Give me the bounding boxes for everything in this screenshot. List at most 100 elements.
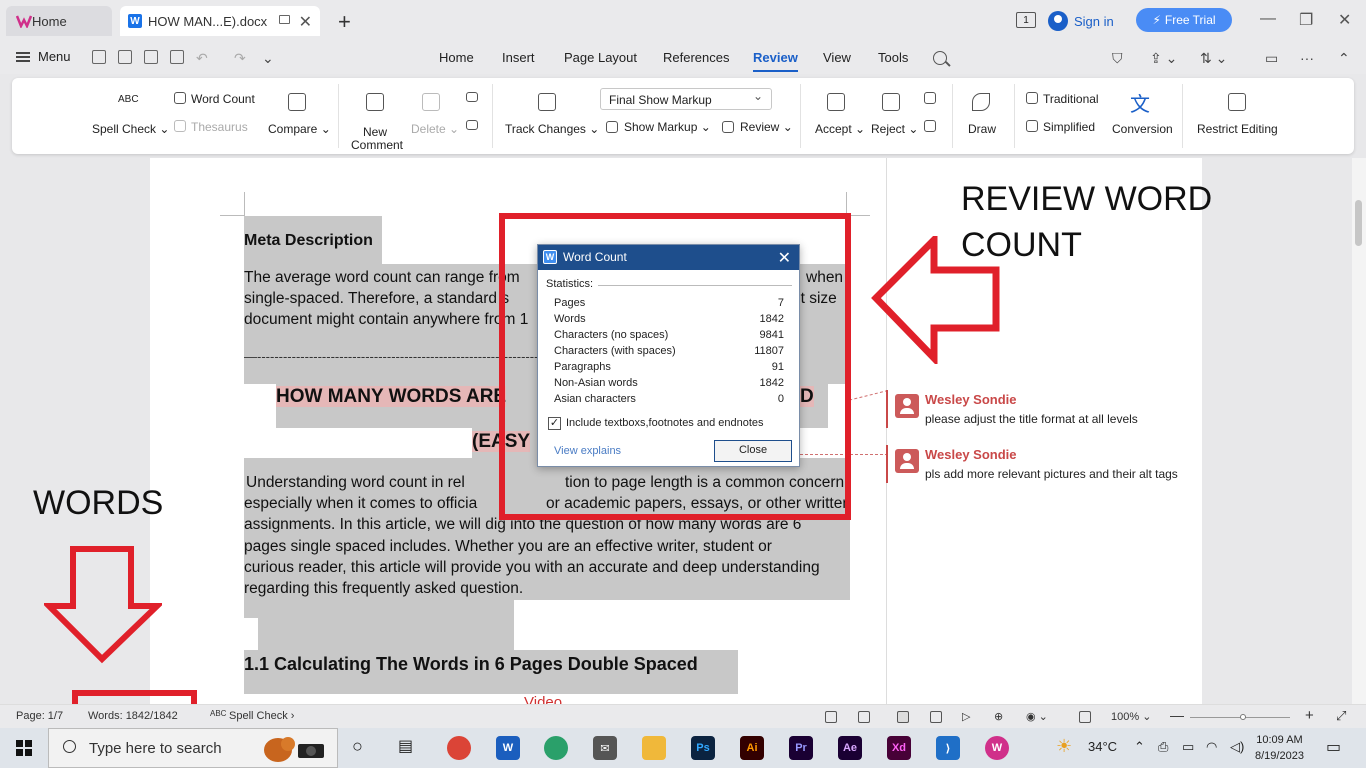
mail-icon[interactable]: ✉: [593, 736, 617, 760]
tab-tools[interactable]: Tools: [878, 50, 908, 65]
show-markup-button[interactable]: Show Markup ⌄: [624, 120, 711, 134]
previous-comment-icon[interactable]: [466, 92, 478, 102]
close-tab-icon[interactable]: ✕: [299, 12, 312, 32]
markup-mode-select[interactable]: Final Show Markup: [600, 88, 772, 110]
play-icon[interactable]: ▷: [962, 710, 970, 723]
photoshop-icon[interactable]: Ps: [691, 736, 715, 760]
compare-button[interactable]: Compare ⌄: [268, 122, 331, 136]
cloud-sync-icon[interactable]: ⇅ ⌄: [1200, 50, 1227, 67]
document-title-line1[interactable]: HOW MANY WORDS ARE: [276, 386, 507, 408]
include-textboxes-checkbox[interactable]: ✓: [548, 417, 561, 430]
battery-icon[interactable]: ▭: [1182, 739, 1194, 755]
tab-view[interactable]: View: [823, 50, 851, 65]
draw-button[interactable]: Draw: [968, 122, 996, 136]
redo-icon[interactable]: ↷: [234, 50, 246, 67]
search-icon[interactable]: [933, 51, 947, 65]
delete-comment-button[interactable]: Delete ⌄: [411, 122, 459, 136]
paragraph-line[interactable]: curious reader, this article will provid…: [244, 557, 846, 578]
illustrator-icon[interactable]: Ai: [740, 736, 764, 760]
after-effects-icon[interactable]: Ae: [838, 736, 862, 760]
minimize-icon[interactable]: —: [1260, 10, 1276, 28]
previous-change-icon[interactable]: [924, 92, 936, 104]
paragraph-line[interactable]: regarding this frequently asked question…: [244, 578, 523, 599]
zoom-slider-thumb[interactable]: [1240, 714, 1246, 720]
restore-icon[interactable]: ❐: [1299, 10, 1313, 30]
restrict-editing-button[interactable]: Restrict Editing: [1197, 122, 1278, 136]
tab-document[interactable]: W HOW MAN...E).docx ✕: [120, 6, 320, 36]
paragraph-line[interactable]: single-spaced. Therefore, a standard s: [244, 288, 509, 309]
word-icon[interactable]: W: [496, 736, 520, 760]
tab-insert[interactable]: Insert: [502, 50, 535, 65]
include-textboxes-label[interactable]: Include textboxs,footnotes and endnotes: [566, 417, 764, 429]
wps-office-icon[interactable]: W: [985, 736, 1009, 760]
tab-review[interactable]: Review: [753, 50, 798, 72]
section-heading[interactable]: 1.1 Calculating The Words in 6 Pages Dou…: [244, 654, 698, 675]
reject-button[interactable]: Reject ⌄: [871, 122, 918, 136]
free-trial-button[interactable]: ⚡ Free Trial: [1136, 8, 1232, 32]
fullscreen-icon[interactable]: ⤢: [1336, 708, 1346, 724]
show-hidden-icons-chevron-icon[interactable]: ⌃: [1134, 739, 1145, 755]
fit-page-icon[interactable]: [1079, 711, 1091, 723]
window-count-badge[interactable]: 1: [1016, 12, 1036, 28]
web-layout-icon[interactable]: [930, 711, 942, 723]
conversion-button[interactable]: Conversion: [1112, 122, 1173, 136]
notification-icon[interactable]: ▭: [1326, 737, 1341, 757]
spell-check-button[interactable]: Spell Check ⌄: [92, 122, 169, 136]
traditional-button[interactable]: Traditional: [1043, 92, 1099, 106]
tab-home[interactable]: Home: [6, 6, 112, 36]
save-icon[interactable]: [118, 50, 132, 64]
tab-page-layout[interactable]: Page Layout: [564, 50, 637, 65]
eye-protection-icon[interactable]: ◉ ⌄: [1026, 710, 1048, 723]
widgets-icon[interactable]: ▤: [398, 736, 413, 756]
paragraph-line[interactable]: especially when it comes to officia: [244, 493, 477, 514]
new-tab-plus-icon[interactable]: +: [338, 9, 351, 35]
scrollbar-thumb[interactable]: [1355, 200, 1362, 246]
word-count-indicator[interactable]: Words: 1842/1842: [88, 710, 178, 722]
new-comment-line1[interactable]: New: [363, 125, 387, 139]
weather-sun-icon[interactable]: ☀: [1056, 736, 1072, 757]
dialog-title-bar[interactable]: W Word Count ✕: [538, 245, 799, 270]
paragraph-line[interactable]: The average word count can range from: [244, 267, 520, 288]
status-spell-check[interactable]: Spell Check ›: [229, 710, 294, 722]
dialog-close-icon[interactable]: ✕: [778, 248, 791, 268]
tab-home-menu[interactable]: Home: [439, 50, 474, 65]
xd-icon[interactable]: Xd: [887, 736, 911, 760]
dialog-close-button[interactable]: Close: [714, 440, 792, 462]
vscode-icon[interactable]: ⟩: [936, 736, 960, 760]
collaborate-icon[interactable]: ⛉: [1112, 50, 1123, 67]
monitor-icon[interactable]: [279, 15, 290, 24]
next-change-icon[interactable]: [924, 120, 936, 132]
windows-start-icon[interactable]: [16, 740, 32, 756]
close-window-icon[interactable]: ✕: [1338, 10, 1351, 30]
print-icon[interactable]: [170, 50, 184, 64]
paragraph-line[interactable]: document might contain anywhere from 1: [244, 309, 528, 330]
zoom-out-icon[interactable]: —: [1170, 707, 1184, 723]
output-icon[interactable]: [858, 711, 870, 723]
paragraph-line[interactable]: Understanding word count in rel: [246, 472, 465, 493]
next-comment-icon[interactable]: [466, 120, 478, 130]
protect-icon[interactable]: [825, 711, 837, 723]
simplified-button[interactable]: Simplified: [1043, 120, 1095, 134]
share-icon[interactable]: ⇪ ⌄: [1150, 50, 1177, 67]
video-link[interactable]: Video: [524, 694, 562, 704]
export-pdf-icon[interactable]: [144, 50, 158, 64]
zoom-level[interactable]: 100% ⌄: [1111, 710, 1151, 723]
tab-references[interactable]: References: [663, 50, 729, 65]
customize-chevron-icon[interactable]: ⌄: [262, 50, 274, 67]
comment-panel-icon[interactable]: ▭: [1265, 50, 1278, 67]
file-explorer-icon[interactable]: [642, 736, 666, 760]
accept-button[interactable]: Accept ⌄: [815, 122, 865, 136]
wifi-icon[interactable]: ◠: [1206, 739, 1217, 755]
system-clock[interactable]: 10:09 AM 8/19/2023: [1255, 732, 1304, 764]
view-explains-link[interactable]: View explains: [554, 445, 621, 457]
new-comment-line2[interactable]: Comment: [351, 138, 403, 152]
menu-button[interactable]: Menu: [16, 49, 71, 64]
more-options-icon[interactable]: ···: [1300, 50, 1314, 66]
word-count-button[interactable]: Word Count: [191, 92, 255, 106]
sign-in-button[interactable]: Sign in: [1048, 8, 1114, 34]
track-changes-button[interactable]: Track Changes ⌄: [505, 122, 599, 136]
meta-description-heading[interactable]: Meta Description: [244, 230, 373, 251]
paragraph-line[interactable]: pages single spaced includes. Whether yo…: [244, 536, 846, 557]
browser-icon[interactable]: [544, 736, 568, 760]
page-indicator[interactable]: Page: 1/7: [16, 710, 63, 722]
